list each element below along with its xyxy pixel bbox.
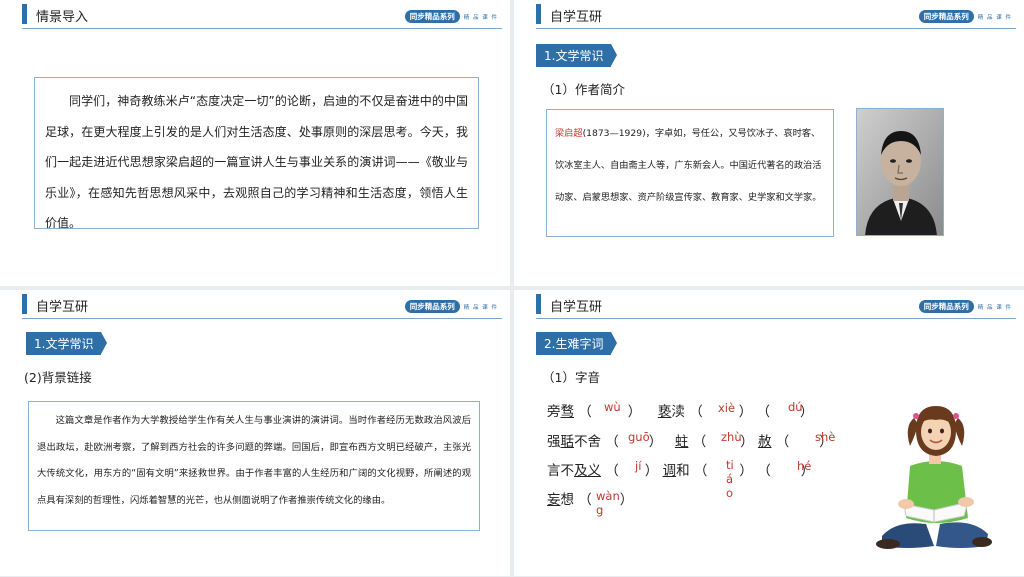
section-tag: 2.生难字词 — [536, 332, 618, 355]
header-accent-bar — [22, 294, 27, 314]
brand-sub: 精 品 课 件 — [463, 304, 498, 311]
slide-vocabulary[interactable]: 自学互研 同步精品系列 精 品 课 件 2.生难字词 （1）字音 旁骛 （） 亵… — [514, 290, 1024, 576]
slide-header: 自学互研 同步精品系列 精 品 课 件 — [514, 290, 1024, 320]
slide-title: 自学互研 — [550, 300, 603, 315]
vocab-row: 旁骛 （） 亵渎 （） （） — [547, 404, 814, 420]
slide-background[interactable]: 自学互研 同步精品系列 精 品 课 件 1.文学常识 (2)背景链接 这篇文章是… — [0, 290, 510, 576]
vocab-char: 言不 — [547, 463, 574, 479]
brand-series: 同步精品系列 — [404, 10, 460, 23]
vocab-char-underlined: 骛 — [560, 404, 575, 420]
intro-text-box: 同学们，神奇教练米卢“态度决定一切”的论断，启迪的不仅是奋进中的中国足球，在更大… — [34, 77, 479, 230]
author-bio-text: (1873—1929)，字卓如，号任公，又号饮冰子、哀时客、饮冰室主人、自由斋主… — [555, 128, 822, 203]
brand-logo: 同步精品系列 精 品 课 件 — [404, 10, 498, 23]
pinyin-answer: xiè — [718, 401, 736, 415]
brand-series: 同步精品系列 — [918, 10, 974, 23]
vocab-char: 想 — [560, 492, 575, 508]
pinyin-answer: shè — [815, 430, 836, 444]
header-divider — [536, 318, 1016, 319]
pinyin-answer: wù — [604, 400, 621, 414]
slide-title: 情景导入 — [36, 10, 89, 25]
subheading: (2)背景链接 — [24, 370, 92, 385]
brand-sub: 精 品 课 件 — [977, 304, 1012, 311]
slide-title: 自学互研 — [550, 10, 603, 25]
vocab-char-underlined: 亵 — [657, 404, 672, 420]
author-name: 梁启超 — [555, 128, 583, 139]
pinyin-answer: jí — [635, 459, 642, 473]
vocab-row: 言不及义 （） 调和 （） （） — [547, 463, 815, 479]
author-bio-box: 梁启超(1873—1929)，字卓如，号任公，又号饮冰子、哀时客、饮冰室主人、自… — [546, 109, 834, 237]
brand-series: 同步精品系列 — [404, 300, 460, 313]
vocab-char: 和 — [676, 463, 690, 479]
girl-reading-image — [876, 400, 994, 550]
brand-logo: 同步精品系列 精 品 课 件 — [918, 10, 1012, 23]
header-divider — [536, 28, 1016, 29]
section-tag: 1.文学常识 — [26, 332, 108, 355]
brand-sub: 精 品 课 件 — [463, 14, 498, 21]
pinyin-answer: hé — [797, 459, 812, 473]
header-accent-bar — [22, 4, 27, 24]
vocab-char: 不舍 — [574, 434, 601, 450]
vocab-char: 渎 — [671, 404, 685, 420]
slide-header: 自学互研 同步精品系列 精 品 课 件 — [514, 0, 1024, 30]
pinyin-answer: tiáo — [726, 458, 734, 500]
header-accent-bar — [536, 4, 541, 24]
section-tag: 1.文学常识 — [536, 44, 618, 67]
subheading: （1）作者简介 — [542, 82, 625, 97]
header-divider — [22, 28, 502, 29]
brand-logo: 同步精品系列 精 品 课 件 — [918, 300, 1012, 313]
vocab-row: 强聒不舍 （） 蛀 （） 赦 （） — [547, 434, 833, 450]
vocab-char-underlined: 妄 — [547, 492, 561, 508]
slide-header: 情景导入 同步精品系列 精 品 课 件 — [0, 0, 510, 30]
vocab-char-underlined: 聒 — [560, 434, 575, 450]
vocab-char-underlined: 调 — [662, 463, 677, 479]
author-portrait-image — [856, 108, 944, 236]
slide-header: 自学互研 同步精品系列 精 品 课 件 — [0, 290, 510, 320]
brand-series: 同步精品系列 — [918, 300, 974, 313]
vocab-char-underlined: 蛀 — [674, 434, 689, 450]
vocab-char-underlined: 赦 — [757, 434, 772, 450]
pinyin-answer: wàng — [596, 489, 620, 517]
slide-author[interactable]: 自学互研 同步精品系列 精 品 课 件 1.文学常识 （1）作者简介 梁启超(1… — [514, 0, 1024, 286]
pinyin-answer: zhù — [721, 430, 742, 444]
subheading: （1）字音 — [542, 370, 600, 385]
header-divider — [22, 318, 502, 319]
header-accent-bar — [536, 294, 541, 314]
brand-logo: 同步精品系列 精 品 课 件 — [404, 300, 498, 313]
background-text-box: 这篇文章是作者作为大学教授给学生作有关人生与事业演讲的演讲词。当时作者经历无数政… — [28, 401, 480, 531]
pinyin-answer: guō — [628, 430, 650, 444]
pinyin-answer: dú — [788, 400, 803, 414]
vocab-char-underlined: 及义 — [574, 463, 601, 479]
slide-title: 自学互研 — [36, 300, 89, 315]
vocab-char: 旁 — [547, 404, 561, 420]
brand-sub: 精 品 课 件 — [977, 14, 1012, 21]
vocab-char: 强 — [547, 434, 561, 450]
slide-intro[interactable]: 情景导入 同步精品系列 精 品 课 件 同学们，神奇教练米卢“态度决定一切”的论… — [0, 0, 510, 286]
